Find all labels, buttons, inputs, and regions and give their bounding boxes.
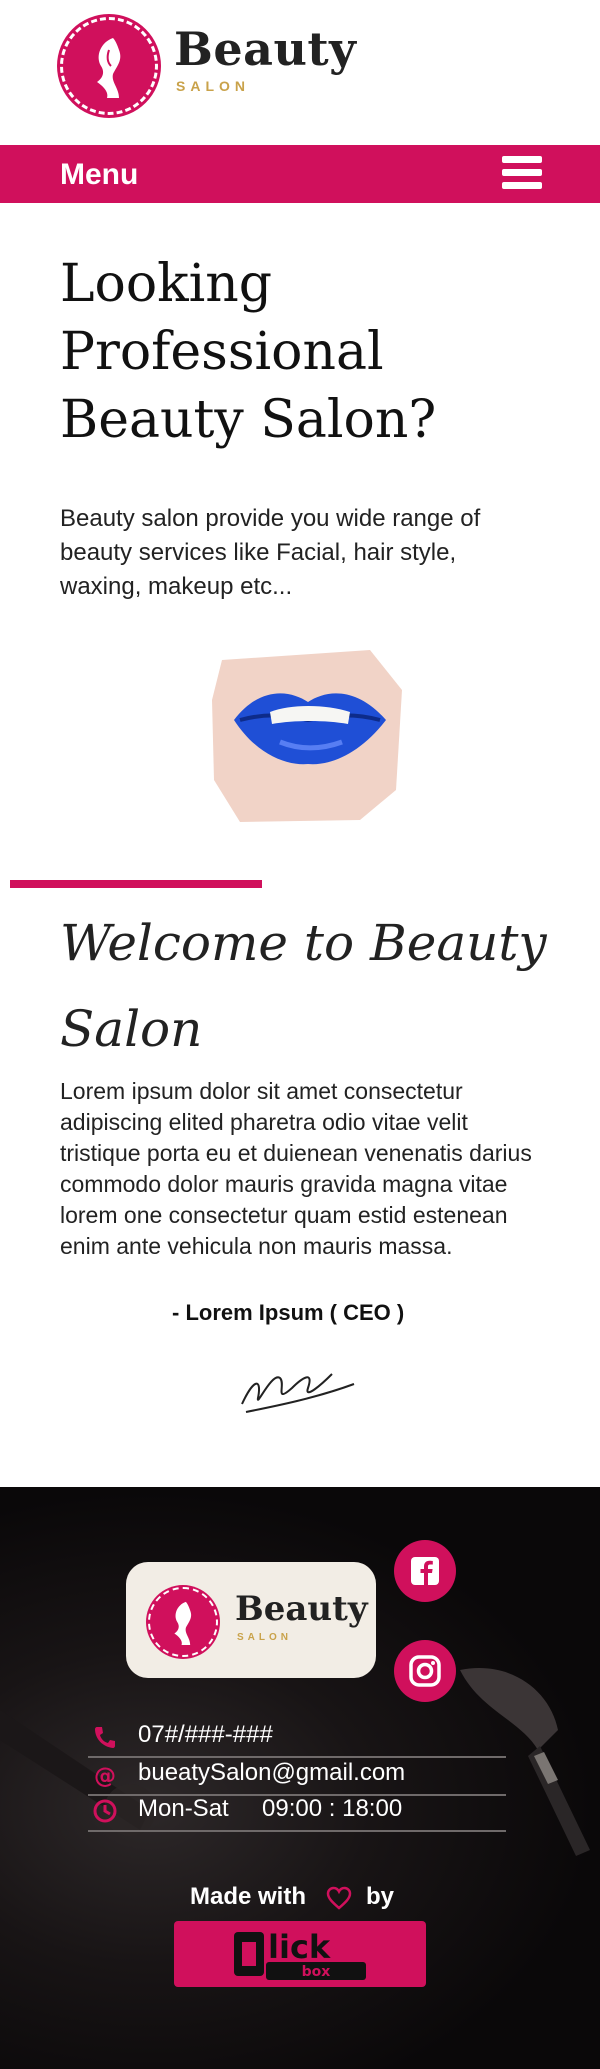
hero-description: Beauty salon provide you wide range of b… xyxy=(60,505,481,600)
lips-photo xyxy=(210,650,406,825)
hours-text: Mon-Sat 09:00 : 18:00 xyxy=(138,1795,403,1822)
phone-icon xyxy=(95,1727,115,1748)
facebook-button[interactable] xyxy=(394,1540,456,1602)
welcome-body: Lorem ipsum dolor sit amet consectetur a… xyxy=(60,1078,532,1259)
hamburger-icon[interactable] xyxy=(502,156,542,190)
accent-divider xyxy=(10,880,262,888)
clock-icon xyxy=(93,1799,117,1823)
svg-text:lick: lick xyxy=(268,1928,331,1966)
facebook-icon xyxy=(411,1557,439,1585)
at-icon: @ xyxy=(94,1764,116,1788)
made-by-label: by xyxy=(366,1883,395,1910)
signature-image xyxy=(236,1348,362,1420)
heart-icon xyxy=(326,1886,352,1910)
footer-brand-name: Beauty xyxy=(235,1589,368,1629)
logo-icon[interactable] xyxy=(60,17,158,115)
brand-tagline: SALON xyxy=(176,78,250,94)
ceo-signoff: - Lorem Ipsum ( CEO ) xyxy=(172,1300,405,1325)
instagram-icon xyxy=(409,1655,441,1687)
svg-text:box: box xyxy=(302,1964,331,1980)
svg-text:@: @ xyxy=(94,1764,116,1788)
contact-phone[interactable]: 07#/###-### xyxy=(88,1720,506,1758)
brand-name: Beauty xyxy=(174,22,357,76)
menu-label[interactable]: Menu xyxy=(60,158,138,192)
made-with-label: Made with xyxy=(190,1883,307,1910)
footer-logo-icon xyxy=(148,1587,218,1657)
contact-email[interactable]: @ bueatySalon@gmail.com xyxy=(88,1758,506,1796)
instagram-button[interactable] xyxy=(394,1640,456,1702)
contact-hours: Mon-Sat 09:00 : 18:00 xyxy=(88,1794,506,1832)
welcome-title: Welcome to Beauty Salon xyxy=(60,914,547,1058)
email-text: bueatySalon@gmail.com xyxy=(138,1759,406,1786)
hero-title: Looking Professional Beauty Salon? xyxy=(60,254,437,450)
phone-text: 07#/###-### xyxy=(138,1721,273,1748)
clickbox-logo: lick box xyxy=(230,1924,370,1984)
footer-brand-tagline: SALON xyxy=(237,1632,292,1643)
